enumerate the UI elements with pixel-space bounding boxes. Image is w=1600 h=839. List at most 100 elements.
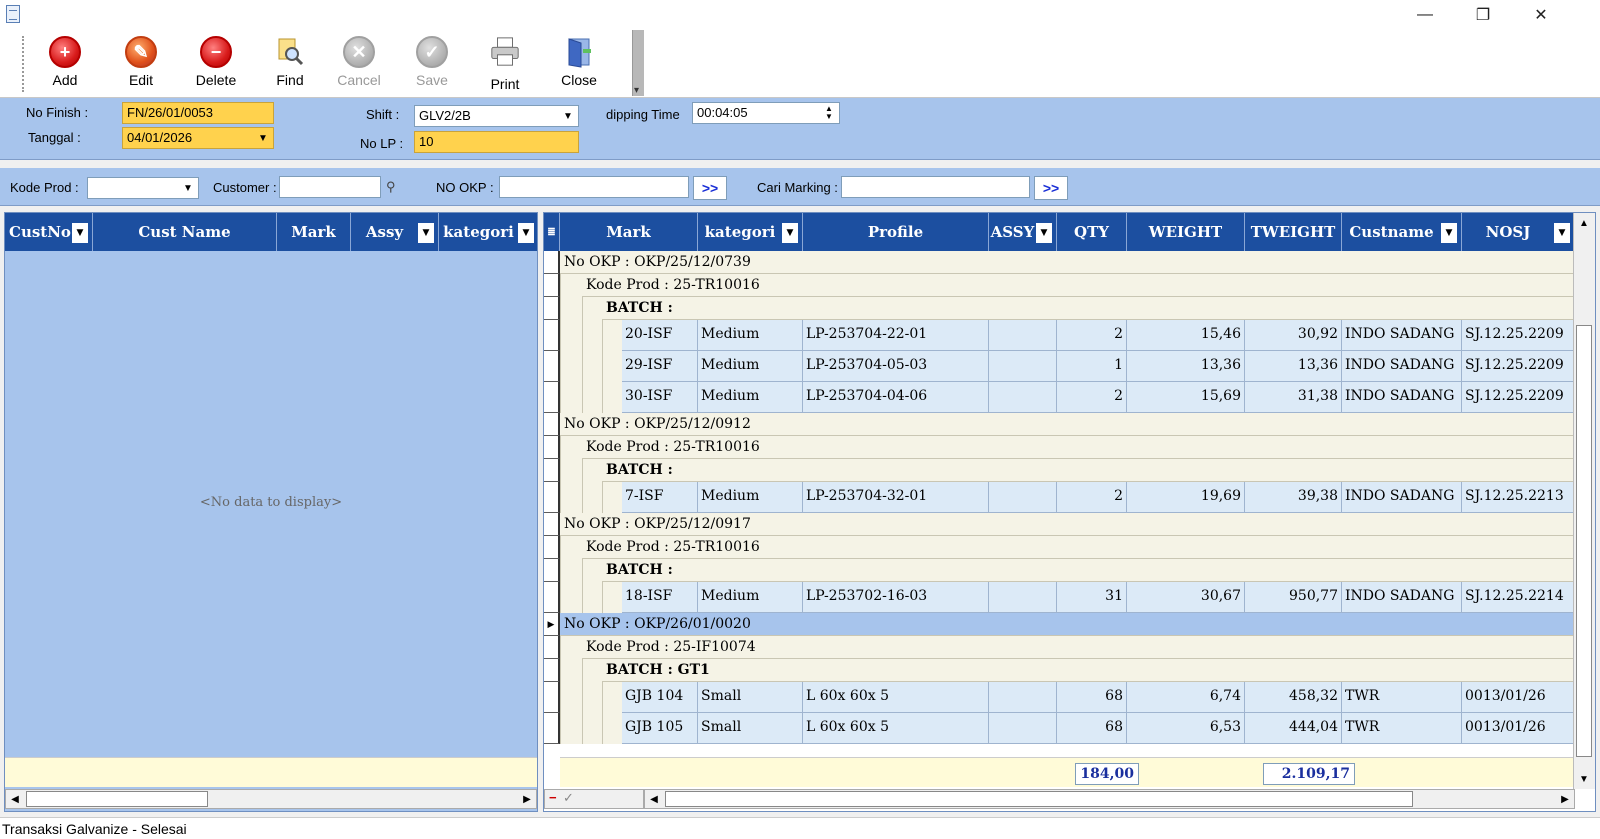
row-indicator[interactable] (544, 536, 560, 559)
cell-tweight[interactable]: 950,77 (1245, 582, 1342, 612)
cell-assy[interactable] (989, 382, 1057, 412)
customer-input[interactable] (279, 176, 381, 198)
table-row[interactable]: 18-ISF Medium LP-253702-16-03 31 30,67 950,77… (622, 582, 1575, 613)
row-indicator[interactable] (544, 682, 560, 713)
cell-nosj[interactable]: SJ.12.25.2214 (1462, 582, 1575, 612)
row-indicator[interactable] (544, 382, 560, 413)
table-row[interactable]: 7-ISF Medium LP-253704-32-01 2 19,69 39,38 IND… (622, 482, 1575, 513)
table-row[interactable]: 30-ISF Medium LP-253704-04-06 2 15,69 31,38 IN… (622, 382, 1575, 413)
cell-qty[interactable]: 2 (1057, 382, 1127, 412)
row-indicator[interactable] (544, 274, 560, 297)
cell-nosj[interactable]: SJ.12.25.2209 (1462, 320, 1575, 350)
find-button[interactable]: Find (255, 34, 325, 94)
cari-marking-input[interactable] (841, 176, 1030, 198)
cell-profile[interactable]: LP-253702-16-03 (803, 582, 989, 612)
cell-assy[interactable] (989, 713, 1057, 743)
group-row-batch[interactable]: BATCH : GT1 (602, 659, 1573, 682)
col-custname[interactable]: Custname ▼ (1342, 213, 1462, 251)
cell-mark[interactable]: 20-ISF (622, 320, 698, 350)
cell-weight[interactable]: 6,74 (1127, 682, 1245, 712)
filter-dropdown-icon[interactable]: ▼ (782, 223, 798, 243)
edit-button[interactable]: ✎ Edit (106, 34, 176, 94)
minimize-button[interactable]: — (1396, 0, 1454, 30)
right-horizontal-scrollbar[interactable]: ◀ ▶ (644, 789, 1575, 809)
col-mark[interactable]: Mark (560, 213, 698, 251)
cari-marking-go-button[interactable]: >> (1034, 176, 1068, 200)
cell-mark[interactable]: GJB 104 (622, 682, 698, 712)
row-indicator-column[interactable]: ≣ (544, 213, 560, 251)
scroll-thumb[interactable] (1576, 325, 1592, 757)
cell-nosj[interactable]: SJ.12.25.2209 (1462, 382, 1575, 412)
cell-tweight[interactable]: 458,32 (1245, 682, 1342, 712)
cell-profile[interactable]: LP-253704-04-06 (803, 382, 989, 412)
group-row-batch[interactable]: BATCH : (602, 297, 1573, 320)
scroll-up-arrow-icon[interactable]: ▲ (1574, 213, 1594, 233)
scroll-down-arrow-icon[interactable]: ▼ (1574, 769, 1594, 789)
filter-dropdown-icon[interactable]: ▼ (1036, 223, 1052, 243)
group-row-okp[interactable]: No OKP : OKP/25/12/0739 (560, 251, 1573, 274)
row-indicator[interactable] (544, 636, 560, 659)
selected-row-indicator[interactable]: ▶ (544, 613, 560, 636)
group-row-batch[interactable]: BATCH : (602, 559, 1573, 582)
cell-nosj[interactable]: SJ.12.25.2213 (1462, 482, 1575, 512)
toolbar-overflow-button[interactable] (632, 30, 644, 96)
col-cust-name[interactable]: Cust Name (93, 213, 277, 251)
filter-dropdown-icon[interactable]: ▼ (518, 223, 534, 243)
col-nosj[interactable]: NOSJ ▼ (1462, 213, 1575, 251)
cell-assy[interactable] (989, 582, 1057, 612)
group-row-kode-prod[interactable]: Kode Prod : 25-TR10016 (582, 536, 1573, 559)
cell-mark[interactable]: 30-ISF (622, 382, 698, 412)
cell-kategori[interactable]: Medium (698, 482, 803, 512)
add-button[interactable]: + Add (30, 34, 100, 94)
col-custno[interactable]: CustNo ▼ (5, 213, 93, 251)
scroll-thumb[interactable] (26, 791, 208, 807)
filter-dropdown-icon[interactable]: ▼ (1554, 223, 1570, 243)
row-indicator[interactable] (544, 482, 560, 513)
cell-weight[interactable]: 19,69 (1127, 482, 1245, 512)
cell-qty[interactable]: 68 (1057, 682, 1127, 712)
scroll-right-arrow-icon[interactable]: ▶ (518, 790, 536, 808)
restore-button[interactable]: ❐ (1454, 0, 1512, 30)
cell-weight[interactable]: 13,36 (1127, 351, 1245, 381)
cell-custname[interactable]: INDO SADANG (1342, 482, 1462, 512)
filter-dropdown-icon[interactable]: ▼ (1441, 223, 1457, 243)
group-row-kode-prod[interactable]: Kode Prod : 25-TR10016 (582, 436, 1573, 459)
close-button[interactable]: Close (544, 34, 614, 94)
cell-custname[interactable]: INDO SADANG (1342, 351, 1462, 381)
group-row-batch[interactable]: BATCH : (602, 459, 1573, 482)
cell-weight[interactable]: 6,53 (1127, 713, 1245, 743)
cell-nosj[interactable]: 0013/01/26 (1462, 713, 1575, 743)
group-row-okp[interactable]: No OKP : OKP/25/12/0917 (560, 513, 1573, 536)
col-kategori[interactable]: kategori ▼ (698, 213, 803, 251)
group-row-kode-prod[interactable]: Kode Prod : 25-IF10074 (582, 636, 1573, 659)
cell-kategori[interactable]: Medium (698, 582, 803, 612)
col-mark[interactable]: Mark (277, 213, 351, 251)
print-button[interactable]: Print (470, 34, 540, 94)
cell-profile[interactable]: L 60x 60x 5 (803, 713, 989, 743)
cell-weight[interactable]: 15,46 (1127, 320, 1245, 350)
nolp-field[interactable]: 10 (414, 131, 579, 153)
kode-prod-select[interactable]: ▼ (87, 177, 199, 199)
cell-qty[interactable]: 31 (1057, 582, 1127, 612)
col-qty[interactable]: QTY (1057, 213, 1127, 251)
left-horizontal-scrollbar[interactable]: ◀ ▶ (5, 789, 537, 809)
save-button[interactable]: ✓ Save (397, 34, 467, 94)
filter-dropdown-icon[interactable]: ▼ (418, 223, 434, 243)
cell-profile[interactable]: LP-253704-32-01 (803, 482, 989, 512)
chevron-down-icon[interactable]: ▼ (178, 178, 198, 198)
table-row[interactable]: GJB 104 Small L 60x 60x 5 68 6,74 458,32 TWR 00… (622, 682, 1575, 713)
right-vertical-scrollbar[interactable]: ▲ ▼ (1573, 213, 1595, 789)
shift-select[interactable]: GLV2/2B ▼ (414, 105, 579, 127)
spinner-arrows-icon[interactable]: ▲ ▼ (819, 103, 839, 123)
row-indicator[interactable] (544, 459, 560, 482)
cell-tweight[interactable]: 31,38 (1245, 382, 1342, 412)
scroll-left-arrow-icon[interactable]: ◀ (6, 790, 24, 808)
close-window-button[interactable]: ✕ (1512, 0, 1570, 30)
cell-profile[interactable]: LP-253704-05-03 (803, 351, 989, 381)
row-indicator[interactable] (544, 582, 560, 613)
cell-qty[interactable]: 2 (1057, 320, 1127, 350)
row-indicator[interactable] (544, 297, 560, 320)
cell-custname[interactable]: INDO SADANG (1342, 320, 1462, 350)
table-row[interactable]: 29-ISF Medium LP-253704-05-03 1 13,36 13,36 IN… (622, 351, 1575, 382)
chevron-down-icon[interactable]: ▼ (558, 106, 578, 126)
